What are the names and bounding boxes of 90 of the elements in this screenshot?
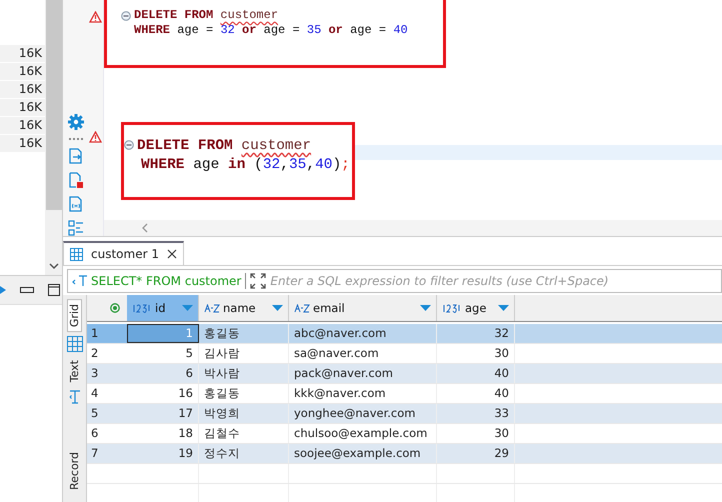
text-type-icon — [294, 304, 310, 312]
row-number: 6 — [90, 425, 100, 442]
view-tab[interactable]: Grid — [67, 299, 82, 332]
minimize-icon[interactable] — [20, 287, 34, 293]
maximize-icon[interactable] — [48, 284, 60, 296]
expand-icon[interactable] — [250, 273, 266, 289]
scrollbar-thumb[interactable] — [46, 0, 62, 210]
table-cell: 5 — [127, 344, 199, 363]
table-cell: 박사람 — [199, 364, 289, 383]
table-cell: pack@naver.com — [289, 364, 437, 383]
code-line: WHERE age = 32 or age = 35 or age = 40 — [134, 23, 408, 38]
result-tab[interactable]: customer 1 — [63, 241, 184, 265]
table-cell: 40 — [437, 384, 515, 403]
text-cursor-icon[interactable] — [68, 390, 80, 404]
code-line: DELETE FROM customer — [134, 8, 280, 23]
table-cell: 정수지 — [199, 444, 289, 463]
table-cell: 박영희 — [199, 404, 289, 423]
view-tab[interactable]: Record — [68, 448, 81, 494]
table-cell: 32 — [437, 324, 515, 343]
text-cursor-icon — [72, 275, 88, 287]
dropdown-icon[interactable] — [182, 305, 193, 311]
column-header[interactable]: age — [437, 295, 515, 321]
dropdown-icon[interactable] — [420, 305, 431, 311]
table-cell: 김철수 — [199, 424, 289, 443]
table-cell: 김사람 — [199, 344, 289, 363]
file-error-icon[interactable] — [69, 172, 83, 188]
export-file-icon[interactable] — [69, 148, 83, 164]
size-value: 16K — [0, 81, 45, 98]
number-type-icon — [132, 304, 152, 312]
table-cell: 홍길동 — [199, 324, 289, 343]
table-cell: 33 — [437, 404, 515, 423]
table-cell: 18 — [127, 424, 199, 443]
row-number: 7 — [90, 445, 100, 462]
column-header[interactable]: id — [127, 295, 199, 321]
table-cell: yonghee@naver.com — [289, 404, 437, 423]
table-row[interactable]: 6 18 김철수 chulsoo@example.com 30 — [87, 424, 722, 444]
query-label[interactable]: SELECT* FROM customer — [68, 273, 246, 289]
view-tab[interactable]: Text — [68, 356, 81, 386]
size-value: 16K — [0, 45, 45, 62]
table-row[interactable]: 2 5 김사람 sa@naver.com 30 — [87, 344, 722, 364]
table-cell: sa@naver.com — [289, 344, 437, 363]
table-cell: abc@naver.com — [289, 324, 437, 343]
number-type-icon — [442, 304, 462, 312]
table-cell: 30 — [437, 344, 515, 363]
table-cell: chulsoo@example.com — [289, 424, 437, 443]
settings-icon[interactable] — [68, 114, 84, 130]
dropdown-icon[interactable] — [272, 305, 283, 311]
size-value: 16K — [0, 117, 45, 134]
size-value: 16K — [0, 135, 45, 152]
row-number: 4 — [90, 385, 100, 402]
grid-icon[interactable] — [66, 336, 82, 352]
row-number: 2 — [90, 345, 100, 362]
row-number: 3 — [90, 365, 100, 382]
size-value: 16K — [0, 63, 45, 80]
table-row[interactable]: 4 16 홍길동 kkk@naver.com 40 — [87, 384, 722, 404]
variable-file-icon[interactable] — [69, 196, 83, 212]
table-cell: 17 — [127, 404, 199, 423]
table-cell: 40 — [437, 364, 515, 383]
table-cell: 6 — [127, 364, 199, 383]
chevron-left-icon[interactable] — [142, 223, 148, 233]
close-icon[interactable] — [166, 249, 177, 259]
outline-icon[interactable] — [68, 220, 84, 236]
chevron-down-icon[interactable] — [48, 263, 58, 270]
table-cell: 30 — [437, 424, 515, 443]
table-cell: 홍길동 — [199, 384, 289, 403]
table-row[interactable]: 3 6 박사람 pack@naver.com 40 — [87, 364, 722, 384]
table-row[interactable]: 7 19 정수지 soojee@example.com 29 — [87, 444, 722, 464]
filter-field[interactable]: SELECT* FROM customer Enter a SQL expression to filter results (use Ctrl+Space) — [67, 269, 722, 293]
row-number: 5 — [90, 405, 100, 422]
fold-icon[interactable] — [124, 140, 134, 150]
fold-icon[interactable] — [121, 11, 131, 21]
table-icon — [70, 248, 83, 260]
row-number: 1 — [87, 324, 127, 343]
code-line: WHERE age in (32,35,40); — [141, 156, 350, 175]
table-row[interactable]: 5 17 박영희 yonghee@naver.com 33 — [87, 404, 722, 424]
table-row[interactable]: 1 1 홍길동 abc@naver.com 32 — [87, 324, 722, 344]
size-value: 16K — [0, 99, 45, 116]
dropdown-icon[interactable] — [498, 305, 509, 311]
table-cell: 19 — [127, 444, 199, 463]
table-cell: soojee@example.com — [289, 444, 437, 463]
text-type-icon — [204, 304, 220, 312]
table-cell: 16 — [127, 384, 199, 403]
column-header[interactable]: name — [199, 295, 289, 321]
code-line: DELETE FROM customer — [137, 137, 312, 156]
table-cell: 1 — [127, 324, 199, 343]
table-cell: 29 — [437, 444, 515, 463]
table-cell: kkk@naver.com — [289, 384, 437, 403]
record-icon[interactable] — [110, 303, 120, 313]
arrow-right-icon[interactable] — [0, 286, 6, 294]
column-header[interactable]: email — [289, 295, 437, 321]
